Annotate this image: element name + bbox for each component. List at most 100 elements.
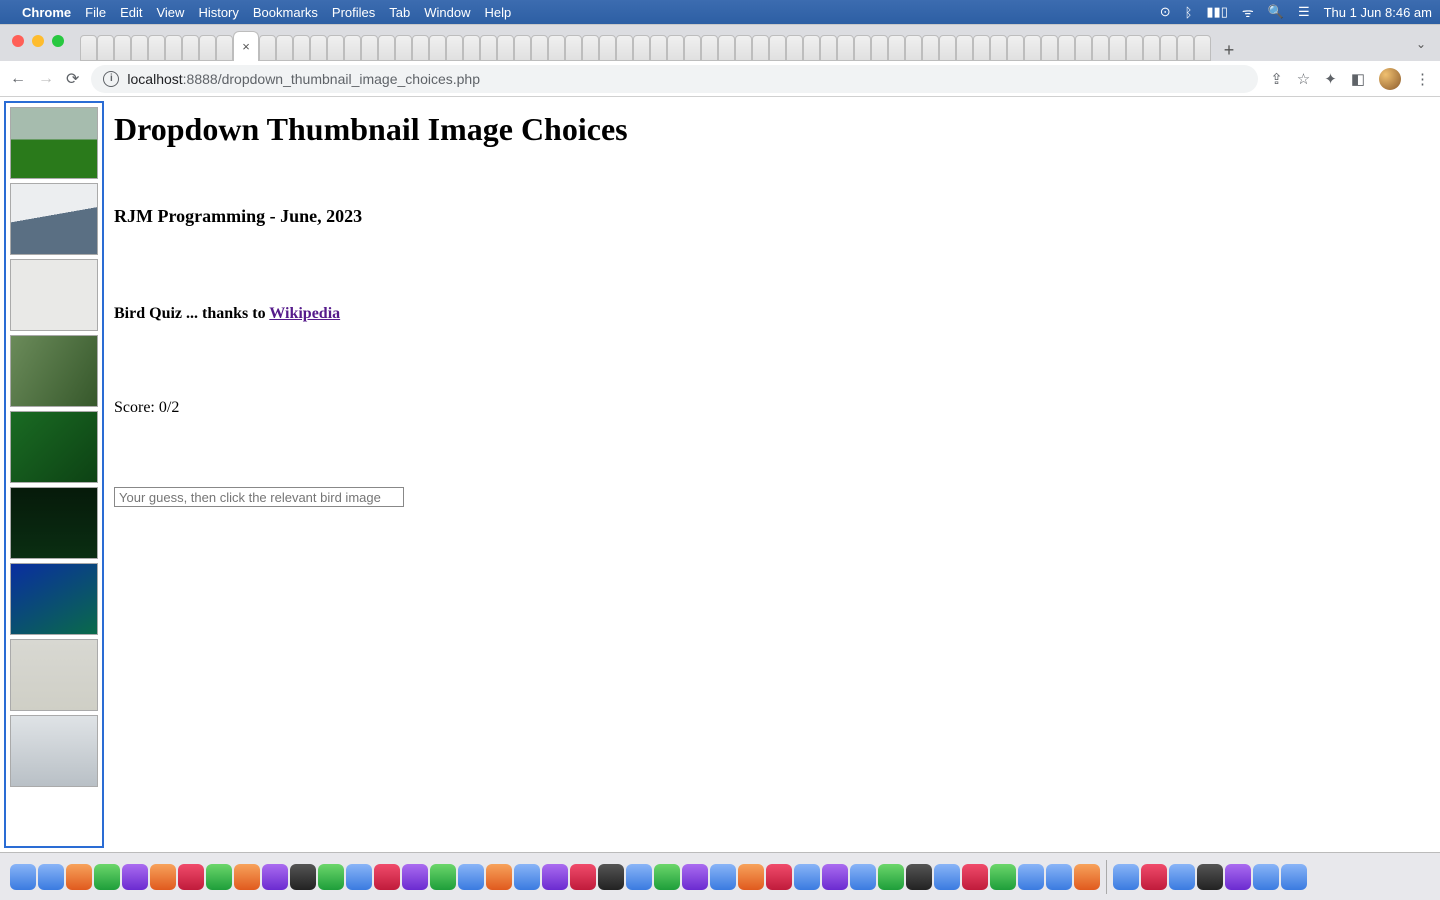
dock-app-icon[interactable] <box>626 864 652 890</box>
background-tab[interactable] <box>361 35 378 61</box>
dock-app-icon[interactable] <box>738 864 764 890</box>
dock-app-icon[interactable] <box>1281 864 1307 890</box>
wifi-icon[interactable]: ᯤ <box>1242 3 1254 21</box>
bird-thumb-puffin[interactable] <box>10 183 98 255</box>
dock-app-icon[interactable] <box>318 864 344 890</box>
background-tab[interactable] <box>667 35 684 61</box>
dock-app-icon[interactable] <box>962 864 988 890</box>
dock-app-icon[interactable] <box>1113 864 1139 890</box>
background-tab[interactable] <box>378 35 395 61</box>
background-tab[interactable] <box>114 35 131 61</box>
background-tab[interactable] <box>216 35 233 61</box>
dock-app-icon[interactable] <box>1197 864 1223 890</box>
bird-thumb-lorikeet[interactable] <box>10 411 98 483</box>
dock-app-icon[interactable] <box>1074 864 1100 890</box>
dock-app-icon[interactable] <box>150 864 176 890</box>
dock-app-icon[interactable] <box>598 864 624 890</box>
background-tab[interactable] <box>131 35 148 61</box>
background-tab[interactable] <box>837 35 854 61</box>
tabs-overflow-icon[interactable]: ⌄ <box>1416 37 1426 51</box>
background-tab[interactable] <box>395 35 412 61</box>
background-tab[interactable] <box>820 35 837 61</box>
background-tab[interactable] <box>871 35 888 61</box>
background-tab[interactable] <box>1160 35 1177 61</box>
background-tab[interactable] <box>701 35 718 61</box>
background-tab[interactable] <box>990 35 1007 61</box>
menubar-clock[interactable]: Thu 1 Jun 8:46 am <box>1324 5 1432 20</box>
dock-app-icon[interactable] <box>710 864 736 890</box>
dock-app-icon[interactable] <box>234 864 260 890</box>
extensions-icon[interactable]: ✦ <box>1324 70 1337 88</box>
background-tab[interactable] <box>905 35 922 61</box>
menubar-window[interactable]: Window <box>424 5 470 20</box>
background-tab[interactable] <box>1194 35 1211 61</box>
dock-app-icon[interactable] <box>374 864 400 890</box>
guess-input[interactable] <box>114 487 404 507</box>
background-tab[interactable] <box>1092 35 1109 61</box>
background-tab[interactable] <box>480 35 497 61</box>
bird-thumb-heron[interactable] <box>10 107 98 179</box>
dock-app-icon[interactable] <box>262 864 288 890</box>
dock-app-icon[interactable] <box>570 864 596 890</box>
background-tab[interactable] <box>633 35 650 61</box>
dock-app-icon[interactable] <box>1225 864 1251 890</box>
dock-app-icon[interactable] <box>514 864 540 890</box>
profile-avatar[interactable] <box>1379 68 1401 90</box>
background-tab[interactable] <box>327 35 344 61</box>
window-zoom-icon[interactable] <box>52 35 64 47</box>
spotlight-icon[interactable]: 🔍 <box>1268 4 1284 20</box>
bird-thumb-peacock[interactable] <box>10 563 98 635</box>
menubar-file[interactable]: File <box>85 5 106 20</box>
background-tab[interactable] <box>148 35 165 61</box>
menubar-bookmarks[interactable]: Bookmarks <box>253 5 318 20</box>
background-tab[interactable] <box>344 35 361 61</box>
dock-app-icon[interactable] <box>486 864 512 890</box>
background-tab[interactable] <box>1058 35 1075 61</box>
background-tab[interactable] <box>565 35 582 61</box>
background-tab[interactable] <box>199 35 216 61</box>
background-tab[interactable] <box>293 35 310 61</box>
active-tab[interactable]: × <box>233 31 259 61</box>
dock-app-icon[interactable] <box>878 864 904 890</box>
background-tab[interactable] <box>1109 35 1126 61</box>
window-close-icon[interactable] <box>12 35 24 47</box>
dock-app-icon[interactable] <box>1141 864 1167 890</box>
background-tab[interactable] <box>582 35 599 61</box>
background-tab[interactable] <box>888 35 905 61</box>
dock-app-icon[interactable] <box>654 864 680 890</box>
dock-app-icon[interactable] <box>66 864 92 890</box>
menubar-help[interactable]: Help <box>485 5 512 20</box>
background-tab[interactable] <box>1007 35 1024 61</box>
dock-app-icon[interactable] <box>430 864 456 890</box>
menubar-profiles[interactable]: Profiles <box>332 5 375 20</box>
background-tab[interactable] <box>514 35 531 61</box>
chrome-menu-icon[interactable]: ⋮ <box>1415 70 1430 88</box>
dock-app-icon[interactable] <box>1169 864 1195 890</box>
background-tab[interactable] <box>956 35 973 61</box>
dock-app-icon[interactable] <box>990 864 1016 890</box>
background-tab[interactable] <box>80 35 97 61</box>
menubar-app-name[interactable]: Chrome <box>22 5 71 20</box>
menubar-history[interactable]: History <box>198 5 238 20</box>
dock-app-icon[interactable] <box>122 864 148 890</box>
dock-app-icon[interactable] <box>850 864 876 890</box>
background-tab[interactable] <box>786 35 803 61</box>
background-tab[interactable] <box>769 35 786 61</box>
background-tab[interactable] <box>1024 35 1041 61</box>
background-tab[interactable] <box>429 35 446 61</box>
bird-thumb-warbler[interactable] <box>10 639 98 711</box>
dock-app-icon[interactable] <box>906 864 932 890</box>
share-icon[interactable]: ⇪ <box>1270 70 1283 88</box>
background-tab[interactable] <box>1041 35 1058 61</box>
dock-app-icon[interactable] <box>178 864 204 890</box>
battery-icon[interactable]: ▮▮▯ <box>1206 4 1227 20</box>
background-tab[interactable] <box>752 35 769 61</box>
window-minimize-icon[interactable] <box>32 35 44 47</box>
dock-app-icon[interactable] <box>682 864 708 890</box>
dock-app-icon[interactable] <box>1018 864 1044 890</box>
background-tab[interactable] <box>259 35 276 61</box>
background-tab[interactable] <box>310 35 327 61</box>
background-tab[interactable] <box>735 35 752 61</box>
background-tab[interactable] <box>276 35 293 61</box>
background-tab[interactable] <box>182 35 199 61</box>
